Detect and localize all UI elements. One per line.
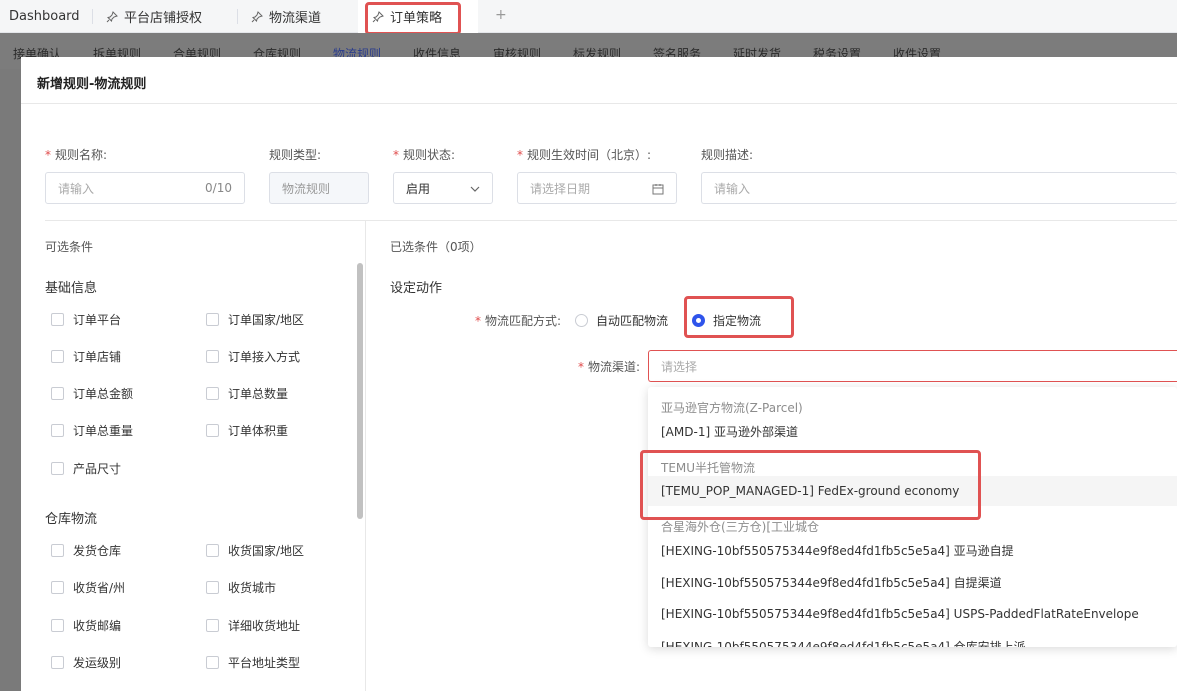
condition-checkbox[interactable]: 发货仓库 [51, 542, 121, 559]
dropdown-group-label: 亚马逊官方物流(Z-Parcel) [661, 401, 803, 415]
divider [21, 103, 1177, 104]
tab-label: 物流渠道 [269, 11, 322, 26]
radio-auto-match[interactable]: 自动匹配物流 [575, 312, 668, 329]
condition-checkbox[interactable]: 收货省/州 [51, 579, 125, 596]
tab-label: Dashboard [9, 9, 80, 24]
scrollbar[interactable] [357, 263, 363, 519]
logistics-channel-select[interactable]: 请选择 [648, 350, 1177, 382]
rule-status-select[interactable]: 启用 [393, 172, 493, 204]
condition-checkbox[interactable]: 订单体积重 [206, 422, 288, 439]
basic-info-title: 基础信息 [45, 281, 98, 296]
rule-type-input: 物流规则 [269, 172, 369, 204]
condition-checkbox[interactable]: 订单接入方式 [206, 348, 300, 365]
tab-platform-shop-auth[interactable]: 平台店铺授权 [92, 0, 238, 33]
dropdown-option[interactable]: [HEXING-10bf550575344e9f8ed4fd1fb5c5e5a4… [648, 599, 1177, 629]
condition-checkbox[interactable]: 产品尺寸 [51, 460, 121, 477]
tab-label: 订单策略 [390, 11, 443, 26]
dropdown-option[interactable]: [AMD-1] 亚马逊外部渠道 [648, 416, 1177, 446]
set-action-title: 设定动作 [390, 281, 443, 296]
rule-name-input[interactable]: 请输入 0/10 [45, 172, 245, 204]
match-method-label: * 物流匹配方式: [475, 314, 562, 328]
tab-label: 平台店铺授权 [124, 11, 203, 26]
effective-date-picker[interactable]: 请选择日期 [517, 172, 677, 204]
modal-backdrop [0, 69, 21, 691]
effective-time-label: * 规则生效时间（北京）: [517, 148, 652, 162]
pin-icon [106, 10, 118, 22]
dropdown-option[interactable]: [HEXING-10bf550575344e9f8ed4fd1fb5c5e5a4… [648, 631, 1177, 648]
condition-checkbox[interactable]: 详细收货地址 [206, 617, 300, 634]
radio-specified-logistics[interactable]: 指定物流 [692, 312, 761, 329]
add-tab-button[interactable]: + [495, 7, 507, 23]
dropdown-option[interactable]: [HEXING-10bf550575344e9f8ed4fd1fb5c5e5a4… [648, 535, 1177, 565]
warehouse-logistics-title: 仓库物流 [45, 512, 98, 527]
condition-checkbox[interactable]: 发运级别 [51, 654, 121, 671]
condition-checkbox[interactable]: 收货邮编 [51, 617, 121, 634]
tab-dashboard[interactable]: Dashboard [0, 0, 93, 33]
chevron-down-icon [470, 186, 480, 192]
condition-checkbox[interactable]: 收货国家/地区 [206, 542, 304, 559]
optional-conditions-title: 可选条件 [45, 240, 94, 254]
dropdown-option[interactable]: [HEXING-10bf550575344e9f8ed4fd1fb5c5e5a4… [648, 567, 1177, 597]
condition-checkbox[interactable]: 平台地址类型 [206, 654, 300, 671]
condition-checkbox[interactable]: 订单总金额 [51, 385, 133, 402]
pin-icon [372, 10, 384, 22]
dropdown-group-label: TEMU半托管物流 [661, 461, 756, 475]
dialog-title: 新增规则-物流规则 [37, 77, 147, 92]
rule-desc-label: 规则描述: [701, 148, 754, 162]
char-counter: 0/10 [205, 181, 232, 195]
condition-checkbox[interactable]: 订单总数量 [206, 385, 288, 402]
condition-checkbox[interactable]: 订单总重量 [51, 422, 133, 439]
calendar-icon [652, 184, 664, 195]
tab-bar: Dashboard 平台店铺授权 物流渠道 订单策略 + [0, 0, 1177, 33]
condition-checkbox[interactable]: 收货城市 [206, 579, 276, 596]
condition-checkbox[interactable]: 订单平台 [51, 311, 121, 328]
condition-checkbox[interactable]: 订单国家/地区 [206, 311, 304, 328]
tab-logistics-channel[interactable]: 物流渠道 [237, 0, 358, 33]
tab-order-strategy[interactable]: 订单策略 [358, 0, 478, 33]
rule-desc-input[interactable]: 请输入 [701, 172, 1177, 204]
dropdown-group-label: 合星海外仓(三方仓)[工业城仓 [661, 520, 820, 534]
add-rule-dialog: 新增规则-物流规则 * 规则名称: 请输入 0/10 规则类型: 物流规则 * 规则… [21, 57, 1177, 691]
dropdown-option[interactable]: [TEMU_POP_MANAGED-1] FedEx-ground econom… [648, 476, 1177, 506]
rule-type-label: 规则类型: [269, 148, 322, 162]
pin-icon [251, 10, 263, 22]
rule-name-label: * 规则名称: [45, 148, 108, 162]
selected-conditions-title: 已选条件（0项） [390, 240, 482, 254]
channel-dropdown: 亚马逊官方物流(Z-Parcel) [AMD-1] 亚马逊外部渠道 TEMU半托… [648, 387, 1177, 647]
condition-checkbox[interactable]: 订单店铺 [51, 348, 121, 365]
channel-label: * 物流渠道: [578, 360, 641, 374]
rule-status-label: * 规则状态: [393, 148, 456, 162]
